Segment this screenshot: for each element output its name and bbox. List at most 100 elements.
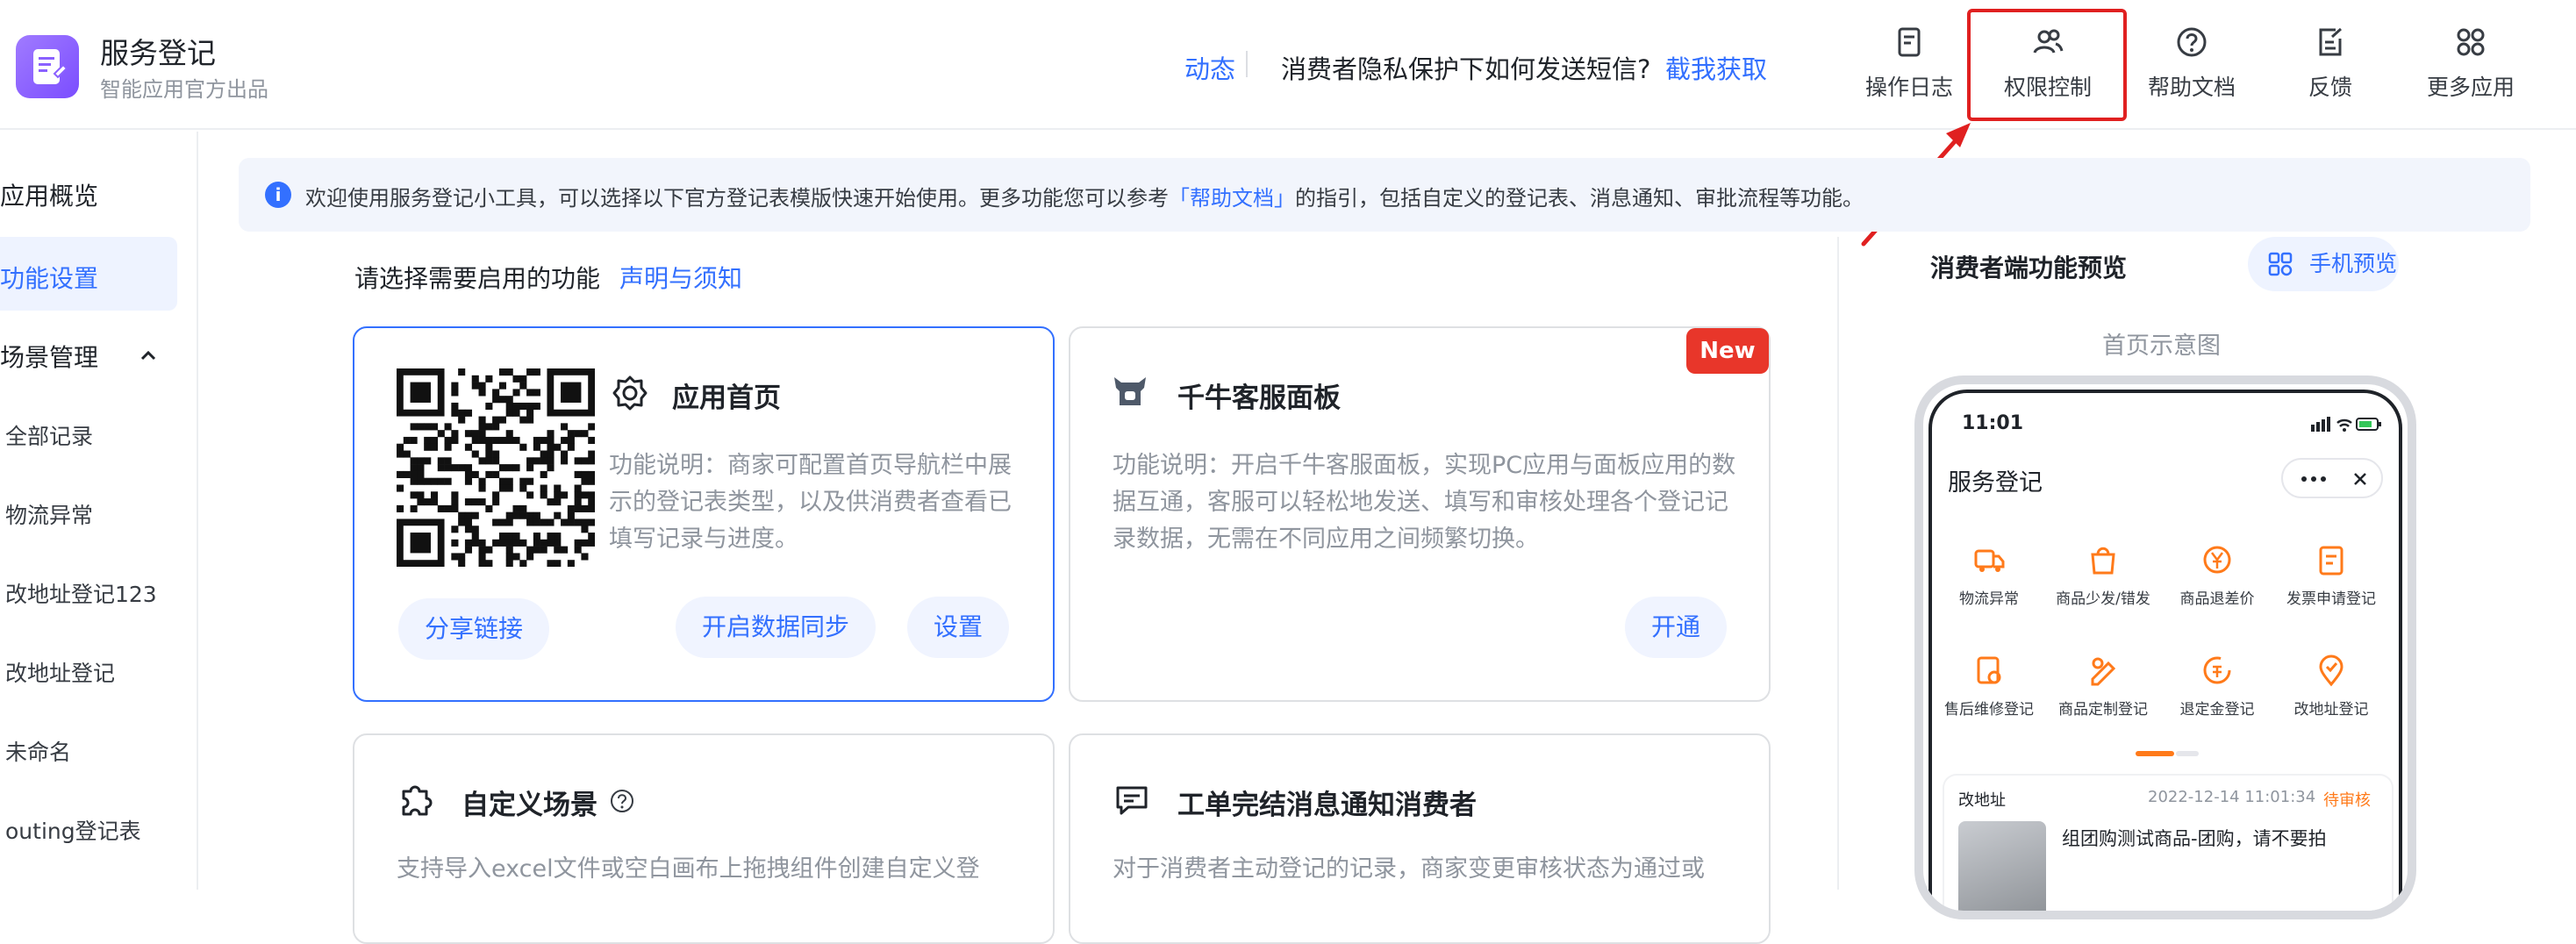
phone-grid-item: 商品定制登记 xyxy=(2046,653,2160,719)
card-qianniu-panel[interactable]: 千牛客服面板 功能说明：开启千牛客服面板，实现PC应用与面板应用的数据互通，客服… xyxy=(1069,326,1771,702)
phone-mockup: 11:01 服务登记 物流异常 商品少发/错发 商品退差价 发票申请登记 售后维… xyxy=(1914,375,2416,919)
card-description: 功能说明：商家可配置首页导航栏中展示的登记表类型，以及供消费者查看已填写记录与进… xyxy=(609,452,1012,553)
preview-title: 消费者端功能预览 xyxy=(1930,254,2128,282)
phone-grid-item: 售后维修登记 xyxy=(1932,653,2046,719)
card-title: 应用首页 xyxy=(672,383,781,414)
record-text: 组团购测试商品-团购，请不要拍 xyxy=(2062,828,2327,849)
record-time: 2022-12-14 11:01:34 xyxy=(2148,788,2316,806)
phone-grid-label: 退定金登记 xyxy=(2179,701,2255,719)
repair-icon xyxy=(1977,656,2001,684)
statement-link[interactable]: 声明与须知 xyxy=(619,260,742,295)
message-icon xyxy=(1116,786,1148,815)
carousel-indicator xyxy=(2176,751,2199,756)
phone-grid-item: 发票申请登记 xyxy=(2274,542,2388,608)
phone-grid-label: 改地址登记 xyxy=(2293,701,2369,719)
sidebar-subitem-logistics[interactable]: 物流异常 xyxy=(5,498,93,530)
notice-suffix: 的指引，包括自定义的登记表、消息通知、审批流程等功能。 xyxy=(1295,186,1864,211)
notice-prefix: 欢迎使用服务登记小工具，可以选择以下官方登记表模版快速开始使用。更多功能您可以参… xyxy=(305,186,1169,211)
phone-grid-label: 物流异常 xyxy=(1959,590,2019,608)
share-link-button[interactable]: 分享链接 xyxy=(398,598,550,660)
phone-app-title: 服务登记 xyxy=(1948,469,2043,497)
annotation-highlight-box xyxy=(1967,9,2127,121)
sidebar-subitem-unnamed[interactable]: 未命名 xyxy=(5,735,71,767)
phone-status-icons xyxy=(2311,417,2381,432)
phone-grid-item: 商品退差价 xyxy=(2160,542,2274,608)
sidebar: 应用概览 功能设置 场景管理 全部记录 物流异常 改地址登记123 改地址登记 … xyxy=(0,132,198,890)
nav-dongtai-link[interactable]: 动态 xyxy=(1184,49,1235,86)
help-docs-button[interactable]: 帮助文档 xyxy=(2130,25,2253,112)
nav-capture-link[interactable]: 截我获取 xyxy=(1665,49,1767,86)
qr-code-image xyxy=(397,368,595,567)
card-app-home[interactable]: 应用首页 功能说明：商家可配置首页导航栏中展示的登记表类型，以及供消费者查看已填… xyxy=(353,326,1055,702)
app-logo xyxy=(16,35,79,98)
operation-log-label: 操作日志 xyxy=(1864,75,1953,100)
card-title: 千牛客服面板 xyxy=(1177,383,1341,414)
activate-button[interactable]: 开通 xyxy=(1625,597,1728,658)
chevron-up-icon[interactable] xyxy=(139,346,158,365)
sidebar-subitem-address-123[interactable]: 改地址登记123 xyxy=(5,577,157,609)
bag-icon xyxy=(2091,547,2115,575)
panel-divider xyxy=(1837,237,1839,890)
nav-divider xyxy=(1246,51,1248,77)
feedback-button[interactable]: 反馈 xyxy=(2269,25,2392,112)
invoice-icon xyxy=(2319,546,2343,576)
more-apps-button[interactable]: 更多应用 xyxy=(2409,25,2532,112)
card-custom-scene[interactable]: 自定义场景 支持导入excel文件或空白画布上拖拽组件创建自定义登 xyxy=(353,733,1055,944)
notice-help-link[interactable]: 「帮助文档」 xyxy=(1169,186,1295,211)
card-description: 功能说明：开启千牛客服面板，实现PC应用与面板应用的数据互通，客服可以轻松地发送… xyxy=(1113,452,1736,553)
gear-icon xyxy=(612,375,648,411)
qianniu-cow-icon xyxy=(1114,377,1146,405)
notice-banner: i 欢迎使用服务登记小工具，可以选择以下官方登记表模版快速开始使用。更多功能您可… xyxy=(239,158,2530,232)
log-icon xyxy=(1898,27,1921,57)
phone-preview-icon xyxy=(2268,252,2293,276)
phone-grid-item: 退定金登记 xyxy=(2160,653,2274,719)
operation-log-button[interactable]: 操作日志 xyxy=(1848,25,1971,112)
phone-grid-item: 改地址登记 xyxy=(2274,653,2388,719)
app-header: 服务登记 智能应用官方出品 动态 消费者隐私保护下如何发送短信? 截我获取 操作… xyxy=(0,0,2576,130)
card-title: 自定义场景 xyxy=(462,790,597,821)
phone-screen: 11:01 服务登记 物流异常 商品少发/错发 商品退差价 发票申请登记 售后维… xyxy=(1928,390,2402,911)
phone-grid-label: 发票申请登记 xyxy=(2286,590,2376,608)
close-icon xyxy=(2354,473,2366,485)
settings-button[interactable]: 设置 xyxy=(907,597,1010,658)
card-description: 支持导入excel文件或空白画布上拖拽组件创建自定义登 xyxy=(397,855,980,883)
sidebar-item-overview[interactable]: 应用概览 xyxy=(0,177,98,212)
enable-data-sync-button[interactable]: 开启数据同步 xyxy=(676,597,877,658)
app-subtitle: 智能应用官方出品 xyxy=(100,77,268,102)
puzzle-icon xyxy=(402,785,433,816)
card-title: 工单完结消息通知消费者 xyxy=(1177,790,1477,821)
record-status: 待审核 xyxy=(2323,791,2371,810)
phone-grid-label: 商品少发/错发 xyxy=(2056,590,2150,608)
question-circle-icon[interactable] xyxy=(609,788,635,814)
phone-preview-button[interactable]: 手机预览 xyxy=(2248,237,2399,291)
more-dots-icon xyxy=(2301,476,2326,482)
sidebar-subitem-address[interactable]: 改地址登记 xyxy=(5,656,115,688)
home-diagram-label: 首页示意图 xyxy=(2102,333,2221,360)
deposit-icon xyxy=(2203,656,2231,684)
select-function-label: 请选择需要启用的功能 xyxy=(354,264,601,293)
sidebar-subitem-all-records[interactable]: 全部记录 xyxy=(5,419,93,451)
nav-privacy-question[interactable]: 消费者隐私保护下如何发送短信? xyxy=(1281,49,1650,86)
phone-grid-label: 商品退差价 xyxy=(2179,590,2255,608)
sidebar-subitem-outing[interactable]: outing登记表 xyxy=(5,814,141,846)
phone-status-time: 11:01 xyxy=(1962,412,2024,434)
phone-grid-label: 售后维修登记 xyxy=(1944,701,2034,719)
more-apps-label: 更多应用 xyxy=(2426,75,2515,100)
truck-icon xyxy=(1974,549,2005,572)
phone-grid-item: 物流异常 xyxy=(1932,542,2046,608)
phone-preview-label: 手机预览 xyxy=(2309,251,2398,276)
new-badge: New xyxy=(1686,328,1769,374)
phone-capsule-menu xyxy=(2281,458,2383,498)
phone-grid-label: 商品定制登记 xyxy=(2058,701,2148,719)
sidebar-item-function-settings[interactable]: 功能设置 xyxy=(0,260,98,295)
card-ticket-notify[interactable]: 工单完结消息通知消费者 对于消费者主动登记的记录，商家变更审核状态为通过或 xyxy=(1069,733,1771,944)
help-icon xyxy=(2177,27,2207,57)
phone-record-card: 改地址 2022-12-14 11:01:34 待审核 组团购测试商品-团购，请… xyxy=(1944,776,2392,911)
sidebar-item-scene-management[interactable]: 场景管理 xyxy=(0,339,98,374)
notice-text: 欢迎使用服务登记小工具，可以选择以下官方登记表模版快速开始使用。更多功能您可以参… xyxy=(305,181,1864,211)
card-description: 对于消费者主动登记的记录，商家变更审核状态为通过或 xyxy=(1113,855,1705,883)
app-title: 服务登记 xyxy=(100,36,216,70)
custom-icon xyxy=(2091,657,2116,686)
record-type: 改地址 xyxy=(1958,791,2006,810)
feedback-label: 反馈 xyxy=(2308,75,2352,100)
